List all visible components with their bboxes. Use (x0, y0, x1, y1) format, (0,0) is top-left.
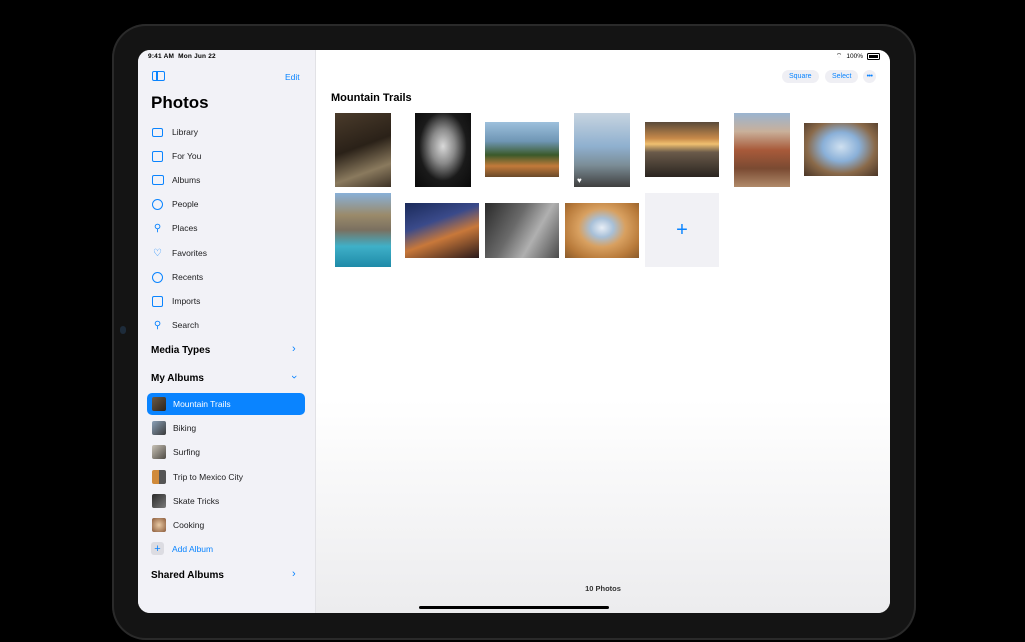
square-toggle-button[interactable]: Square (782, 70, 819, 83)
places-pin-icon: ⚲ (153, 222, 162, 234)
album-thumbnail (152, 421, 166, 435)
album-label: Biking (173, 423, 197, 433)
more-options-icon[interactable]: ••• (863, 70, 876, 83)
people-icon (151, 198, 164, 210)
sidebar-item-people[interactable]: People (151, 196, 198, 212)
album-content: ⌔ 100% Square Select ••• Mountain Trails… (316, 50, 890, 613)
album-cooking[interactable]: Cooking (147, 514, 305, 536)
photo-thumbnail[interactable] (734, 113, 790, 187)
edit-button[interactable]: Edit (285, 72, 300, 82)
chevron-right-icon[interactable]: › (292, 568, 296, 580)
sidebar-item-label: Places (172, 223, 198, 233)
sidebar-item-imports[interactable]: Imports (151, 293, 200, 309)
sidebar-item-label: For You (172, 151, 202, 161)
sidebar-item-favorites[interactable]: ♡ Favorites (151, 245, 207, 261)
album-label: Skate Tricks (173, 496, 220, 506)
battery-icon (867, 53, 880, 60)
album-mountain-trails[interactable]: Mountain Trails (147, 393, 305, 415)
sidebar-title: Photos (151, 93, 209, 112)
album-thumbnail (152, 470, 166, 484)
status-date: Mon Jun 22 (178, 53, 216, 60)
album-label: Cooking (173, 520, 205, 530)
photo-thumbnail[interactable] (565, 203, 639, 258)
album-thumbnail (152, 445, 166, 459)
sidebar-item-label: Imports (172, 296, 201, 306)
sidebar-item-label: Search (172, 320, 199, 330)
status-indicators: ⌔ 100% (836, 53, 880, 60)
photo-thumbnail[interactable] (485, 122, 559, 177)
wifi-icon: ⌔ (835, 52, 843, 60)
favorite-heart-icon: ♥ (577, 176, 582, 185)
media-types-header[interactable]: Media Types (151, 345, 210, 356)
status-clock: 9:41 AM (148, 53, 175, 60)
album-thumbnail (152, 494, 166, 508)
clock-icon (151, 271, 164, 283)
photo-thumbnail[interactable] (804, 123, 878, 176)
sidebar: 9:41 AM Mon Jun 22 Edit Photos Library F… (138, 50, 316, 613)
album-label: Surfing (173, 447, 200, 457)
heart-icon: ♡ (153, 247, 162, 259)
sidebar-toggle-icon[interactable] (152, 71, 165, 81)
sidebar-item-places[interactable]: ⚲ Places (151, 220, 198, 236)
sidebar-item-label: Favorites (172, 248, 207, 258)
search-icon: ⚲ (153, 319, 162, 331)
photo-thumbnail[interactable] (335, 193, 391, 267)
shared-albums-header[interactable]: Shared Albums (151, 570, 224, 581)
sidebar-item-for-you[interactable]: For You (151, 148, 201, 164)
photo-thumbnail[interactable]: ♥ (574, 113, 630, 187)
photo-thumbnail[interactable] (335, 113, 391, 187)
sidebar-item-search[interactable]: ⚲ Search (151, 317, 199, 333)
album-skate-tricks[interactable]: Skate Tricks (147, 490, 305, 512)
photo-thumbnail[interactable] (415, 113, 471, 187)
screen: 9:41 AM Mon Jun 22 Edit Photos Library F… (138, 50, 890, 613)
sidebar-item-library[interactable]: Library (151, 124, 198, 140)
add-photo-button[interactable]: + (645, 193, 719, 267)
sidebar-item-label: Library (172, 127, 198, 137)
photo-count: 10 Photos (585, 584, 621, 593)
album-thumbnail (152, 518, 166, 532)
album-label: Trip to Mexico City (173, 472, 244, 482)
album-surfing[interactable]: Surfing (147, 441, 305, 463)
album-trip-to-mexico-city[interactable]: Trip to Mexico City (147, 466, 305, 488)
import-icon (151, 295, 164, 307)
add-album-button[interactable]: + Add Album (151, 542, 213, 555)
album-label: Mountain Trails (173, 399, 231, 409)
sidebar-item-label: People (172, 199, 199, 209)
photo-thumbnail[interactable] (645, 122, 719, 177)
battery-percent: 100% (846, 53, 863, 60)
select-button[interactable]: Select (825, 70, 859, 83)
chevron-right-icon[interactable]: › (292, 343, 296, 355)
album-title: Mountain Trails (331, 92, 412, 104)
status-time: 9:41 AM Mon Jun 22 (148, 53, 216, 60)
photo-thumbnail[interactable] (405, 203, 479, 258)
my-albums-header[interactable]: My Albums (151, 373, 204, 384)
plus-icon: + (151, 542, 164, 555)
for-you-icon (151, 150, 164, 162)
album-biking[interactable]: Biking (147, 417, 305, 439)
albums-icon (151, 174, 164, 186)
album-thumbnail (152, 397, 166, 411)
add-album-label: Add Album (172, 543, 214, 554)
sidebar-item-recents[interactable]: Recents (151, 269, 203, 285)
front-camera (120, 326, 126, 334)
sidebar-item-label: Albums (172, 175, 201, 185)
chevron-down-icon[interactable]: › (288, 375, 300, 379)
photo-thumbnail[interactable] (485, 203, 559, 258)
photo-library-icon (151, 126, 164, 138)
sidebar-item-label: Recents (172, 272, 204, 282)
sidebar-item-albums[interactable]: Albums (151, 172, 200, 188)
home-indicator[interactable] (419, 606, 609, 609)
